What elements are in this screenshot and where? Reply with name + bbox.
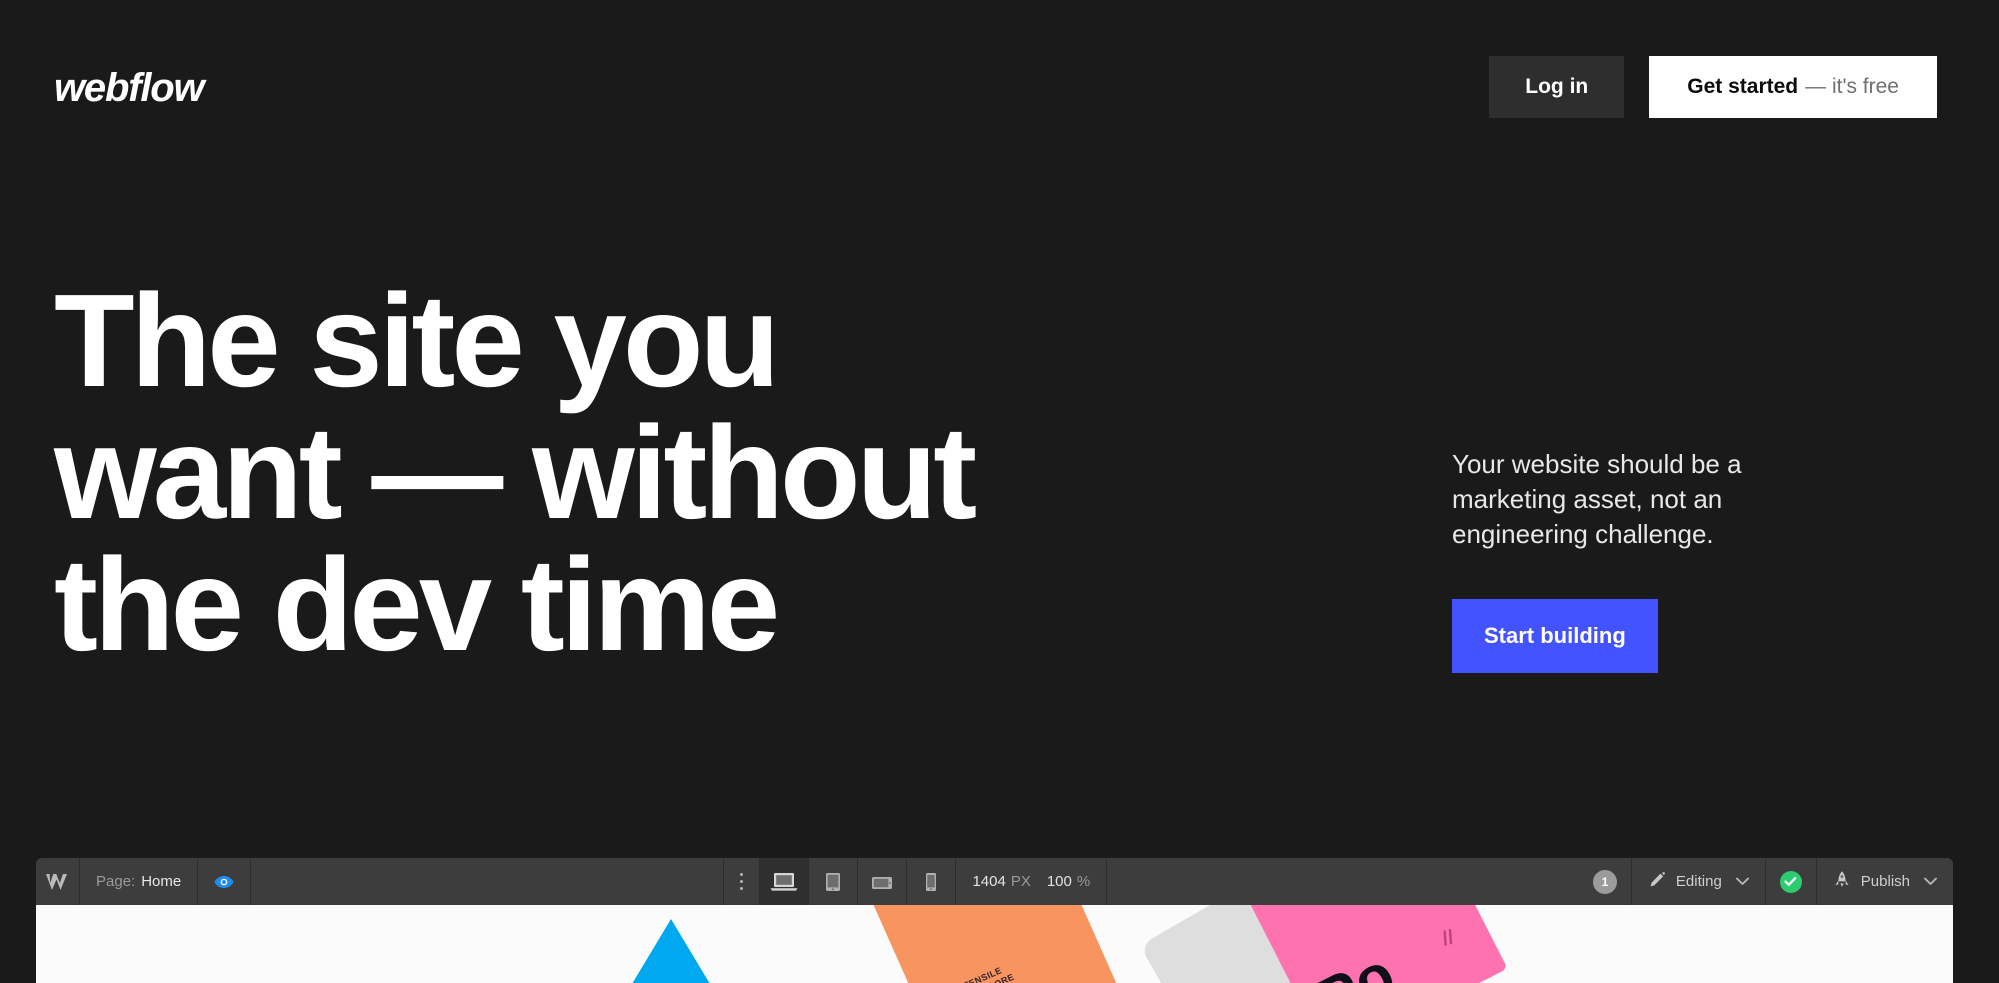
canvas-size-indicator[interactable]: 1404 PX 100 % — [956, 858, 1108, 905]
pink-card-mark: // — [1439, 926, 1457, 951]
webflow-editor-toolbar: Page: Home 1404 PX 100 % 1 Editing Publi… — [36, 858, 1953, 905]
tablet-breakpoint[interactable] — [809, 858, 859, 905]
preview-eye-icon[interactable] — [198, 858, 252, 905]
nav-actions: Log in Get started — it's free — [1489, 56, 1937, 118]
editing-mode-selector[interactable]: Editing — [1632, 858, 1766, 905]
editor-canvas[interactable]: K 05 ORANGE HIGH-TENSILE POLYMER CORE Po… — [36, 905, 1953, 983]
save-status-indicator[interactable] — [1766, 858, 1817, 905]
zoom-value: 100 — [1046, 873, 1072, 890]
log-in-button[interactable]: Log in — [1489, 56, 1625, 118]
toolbar-right-spacer — [1107, 858, 1579, 905]
start-building-button[interactable]: Start building — [1452, 599, 1658, 674]
orange-card-shape: 05 ORANGE HIGH-TENSILE POLYMER CORE — [852, 905, 1120, 983]
get-started-button[interactable]: Get started — it's free — [1649, 56, 1937, 118]
avatar: 1 — [1592, 869, 1617, 894]
kebab-dots — [739, 872, 744, 891]
get-started-subtext: — it's free — [1805, 75, 1899, 98]
publish-label: Publish — [1860, 873, 1910, 890]
orange-card-caption: HIGH-TENSILE POLYMER CORE — [937, 965, 1016, 983]
page-value: Home — [141, 873, 182, 890]
zoom-unit: % — [1076, 873, 1091, 890]
page-label: Page: — [96, 873, 136, 890]
hero-subheadline: Your website should be a marketing asset… — [1452, 449, 1742, 549]
site-preview: webflow Log in Get started — it's free T… — [0, 0, 1999, 983]
rocket-icon — [1833, 870, 1851, 894]
hero-side-column: Your website should be a marketing asset… — [1452, 447, 1817, 674]
webflow-w-icon[interactable] — [36, 858, 80, 905]
webflow-logo[interactable]: webflow — [54, 68, 205, 108]
kebab-menu-icon[interactable] — [724, 858, 761, 905]
page-selector[interactable]: Page: Home — [80, 858, 199, 905]
publish-button[interactable]: Publish — [1817, 858, 1953, 905]
pink-card-text: Po — [1306, 940, 1405, 983]
collaborators-avatar[interactable]: 1 — [1579, 858, 1632, 905]
get-started-label: Get started — [1687, 75, 1799, 98]
mobile-breakpoint[interactable] — [907, 858, 957, 905]
toolbar-left-spacer — [251, 858, 724, 905]
green-check-icon — [1779, 870, 1802, 893]
hero-headline: The site you want — without the dev time — [54, 267, 977, 678]
canvas-width-unit: PX — [1010, 873, 1031, 890]
chevron-down-icon — [1735, 873, 1749, 890]
pencil-icon — [1648, 871, 1666, 893]
screen: webflow Log in Get started — it's free T… — [0, 0, 1999, 983]
canvas-width-value: 1404 — [972, 873, 1006, 890]
site-header: webflow Log in Get started — it's free — [0, 0, 1999, 160]
desktop-breakpoint[interactable] — [760, 858, 810, 905]
blue-triangle-shape — [581, 919, 761, 983]
editing-mode-label: Editing — [1675, 873, 1722, 890]
tablet-landscape-breakpoint[interactable] — [858, 858, 908, 905]
chevron-down-icon — [1924, 873, 1937, 890]
